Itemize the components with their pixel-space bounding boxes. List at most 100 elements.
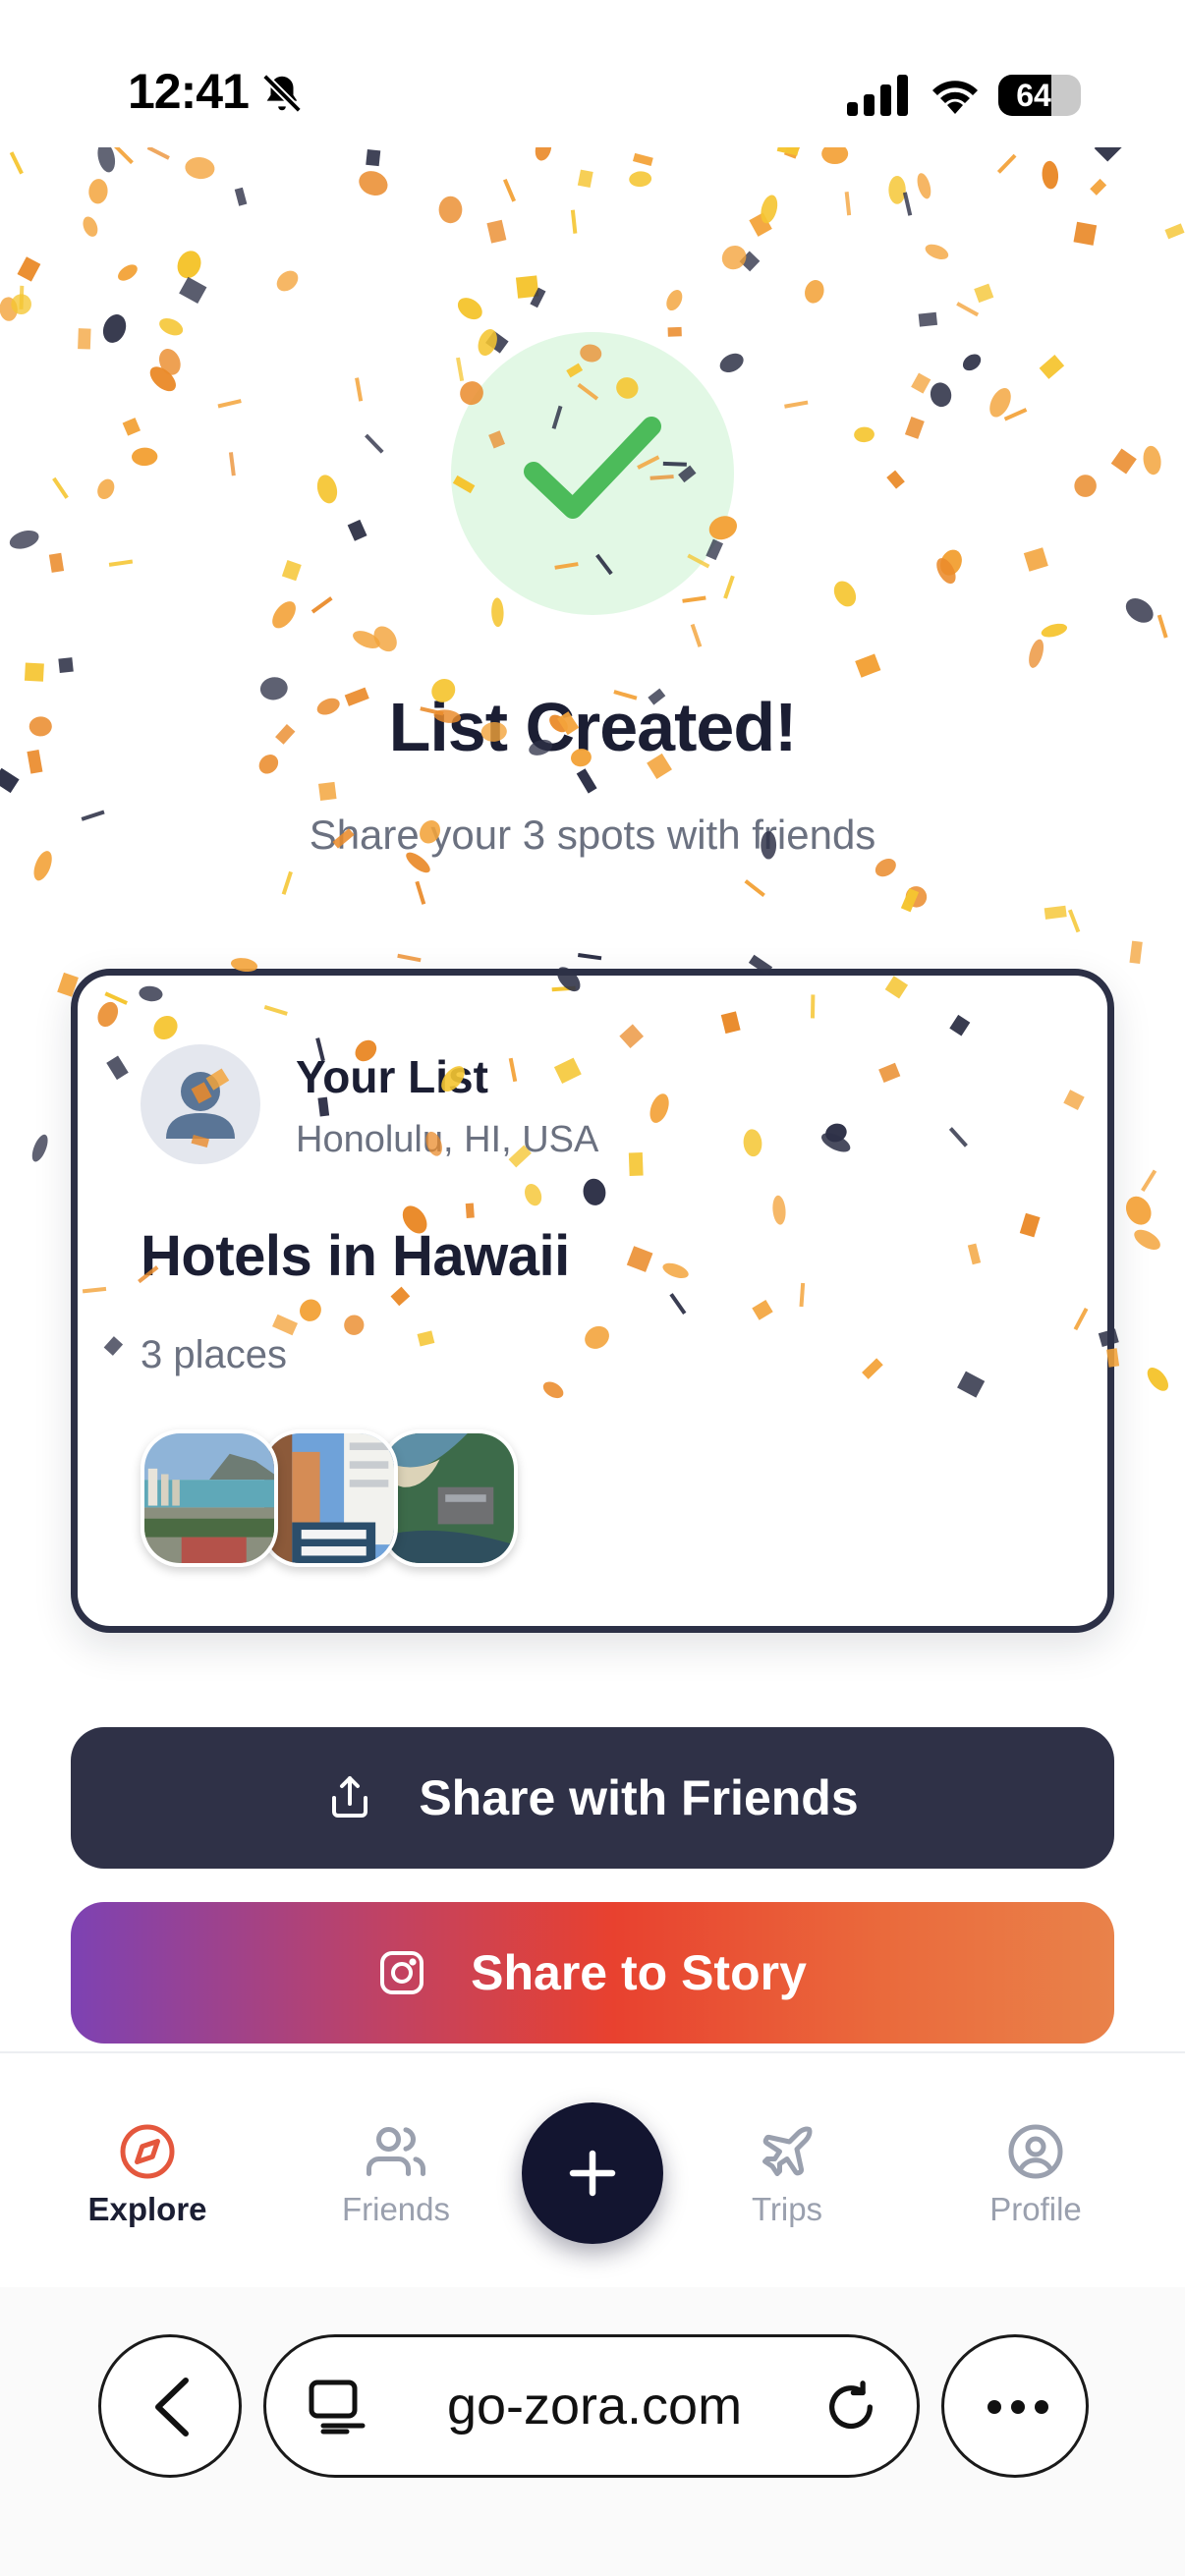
confetti-piece: [900, 888, 920, 913]
share-with-friends-label: Share with Friends: [419, 1770, 859, 1825]
confetti-piece: [962, 354, 982, 371]
confetti-piece: [132, 447, 158, 467]
nav-explore-label: Explore: [87, 2191, 207, 2227]
bell-off-icon: [262, 74, 302, 113]
hotel-pool-photo: [260, 1429, 398, 1567]
page-subtitle: Share your 3 spots with friends: [309, 812, 876, 858]
confetti-piece: [911, 372, 931, 394]
confetti-piece: [228, 452, 236, 476]
nav-trips[interactable]: Trips: [689, 2122, 885, 2228]
place-thumbnails: [141, 1429, 534, 1571]
confetti-piece: [78, 328, 91, 350]
confetti-piece: [1147, 1368, 1168, 1391]
confetti-piece: [373, 626, 397, 652]
confetti-piece: [666, 290, 683, 311]
confetti-piece: [1141, 1169, 1157, 1193]
confetti-piece: [272, 601, 296, 629]
user-placeholder-icon: [166, 1072, 235, 1139]
confetti-piece: [682, 595, 706, 603]
confetti-piece: [1125, 1196, 1152, 1225]
browser-back-button[interactable]: [98, 2334, 242, 2478]
instagram-icon: [380, 1951, 424, 1994]
confetti-piece: [902, 192, 913, 216]
confetti-piece: [875, 858, 896, 877]
users-icon: [367, 2127, 425, 2176]
bottom-nav: Explore Friends Trips Profile: [0, 2051, 1185, 2287]
confetti-piece: [515, 275, 539, 299]
confetti-piece: [48, 552, 65, 573]
address-bar[interactable]: go-zora.com: [263, 2334, 920, 2478]
user-circle-icon: [1008, 2124, 1063, 2179]
confetti-piece: [159, 349, 181, 375]
confetti-piece: [886, 470, 905, 489]
share-to-story-button[interactable]: Share to Story: [71, 1902, 1114, 2044]
confetti-piece: [415, 880, 426, 905]
confetti-piece: [974, 283, 994, 304]
share-with-friends-button[interactable]: Share with Friends: [71, 1727, 1114, 1869]
confetti-piece: [784, 400, 809, 409]
confetti-piece: [276, 270, 299, 292]
confetti-piece: [721, 245, 747, 270]
confetti-piece: [438, 196, 463, 224]
confetti-piece: [719, 353, 744, 373]
confetti-piece: [353, 631, 380, 648]
confetti-piece: [1110, 448, 1137, 475]
nav-friends[interactable]: Friends: [298, 2122, 494, 2228]
confetti-piece: [1074, 475, 1097, 497]
confetti-piece: [905, 886, 928, 908]
confetti-piece: [1039, 355, 1065, 379]
browser-more-button[interactable]: [941, 2334, 1089, 2478]
confetti-piece: [355, 377, 364, 402]
confetti-piece: [97, 478, 115, 500]
list-preview-card[interactable]: Your List Honolulu, HI, USA Hotels in Ha…: [71, 969, 1114, 1633]
battery-percent: 64: [1016, 78, 1051, 113]
list-location: Honolulu, HI, USA: [296, 1119, 599, 1160]
plane-icon: [762, 2126, 813, 2176]
confetti-piece: [318, 781, 337, 802]
confetti-piece: [118, 264, 138, 281]
confetti-piece: [805, 280, 824, 304]
confetti-piece: [485, 330, 509, 354]
confetti-piece: [530, 287, 546, 308]
confetti-piece: [149, 366, 176, 392]
confetti-piece: [0, 767, 20, 794]
compass-icon: [120, 2124, 175, 2179]
confetti-piece: [570, 209, 578, 234]
confetti-piece: [102, 314, 127, 343]
confetti-piece: [11, 294, 31, 314]
confetti-piece: [234, 187, 248, 206]
resort-coast-photo: [380, 1429, 518, 1567]
confetti-piece: [491, 597, 504, 628]
avatar: [141, 1044, 260, 1164]
cellular-signal-icon: [847, 75, 908, 116]
confetti-piece: [486, 219, 507, 244]
add-button[interactable]: [522, 2102, 663, 2244]
confetti-piece: [577, 952, 602, 961]
list-owner-name: Your List: [296, 1051, 488, 1102]
list-title: Hotels in Hawaii: [141, 1224, 570, 1288]
checkmark-icon: [524, 417, 661, 519]
confetti-piece: [19, 285, 25, 309]
confetti-piece: [58, 657, 74, 673]
confetti-piece: [1067, 909, 1081, 933]
nav-trips-label: Trips: [751, 2191, 823, 2227]
confetti-piece: [854, 426, 875, 443]
confetti-piece: [179, 276, 207, 305]
confetti-piece: [281, 560, 302, 582]
confetti-piece: [1143, 445, 1161, 476]
status-bar: 12:41 64: [0, 0, 1185, 187]
confetti-piece: [281, 870, 293, 895]
nav-profile[interactable]: Profile: [937, 2122, 1134, 2228]
share-upload-icon: [332, 1776, 368, 1818]
confetti-piece: [576, 768, 597, 794]
confetti-piece: [310, 596, 333, 614]
confetti-piece: [940, 549, 962, 576]
confetti-piece: [723, 575, 735, 599]
confetti-piece: [9, 530, 39, 549]
confetti-piece: [24, 662, 44, 682]
confetti-piece: [749, 212, 772, 237]
confetti-piece: [457, 298, 482, 320]
nav-explore[interactable]: Explore: [49, 2122, 246, 2228]
confetti-piece: [930, 382, 952, 408]
reload-icon[interactable]: [822, 2379, 879, 2436]
